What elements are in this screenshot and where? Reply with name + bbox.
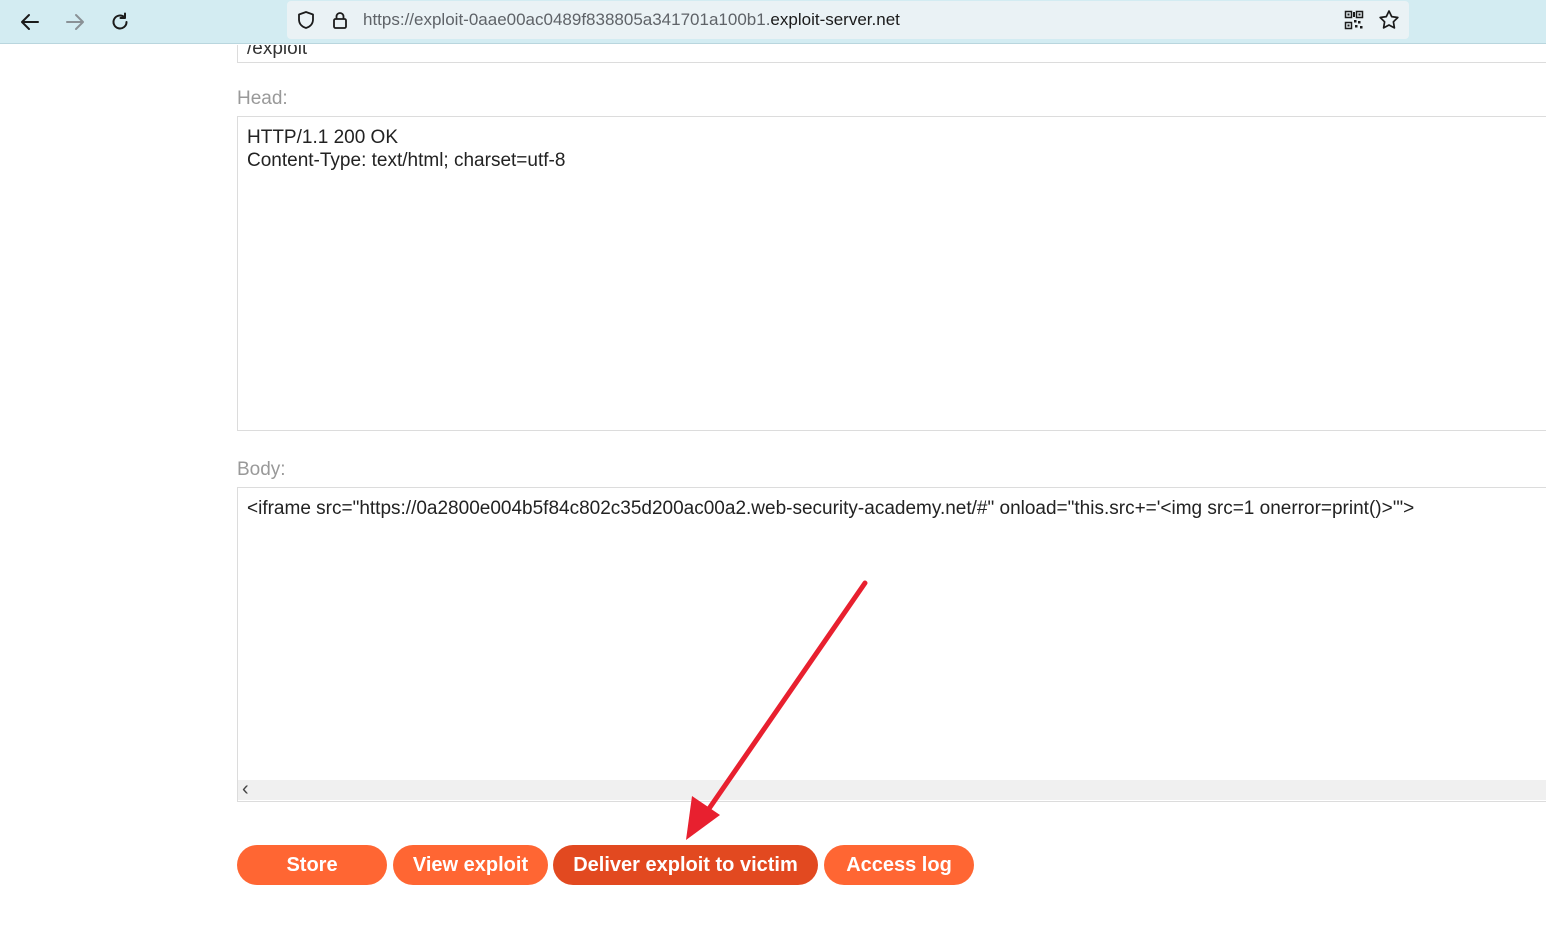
store-button[interactable]: Store [237, 845, 387, 885]
body-textarea[interactable]: <iframe src="https://0a2800e004b5f84c802… [237, 487, 1546, 802]
head-textarea[interactable]: HTTP/1.1 200 OK Content-Type: text/html;… [237, 116, 1546, 431]
file-input[interactable]: /exploit [237, 45, 1546, 63]
body-horizontal-scrollbar[interactable]: ‹ [238, 778, 1546, 801]
page-content: /exploit Head: HTTP/1.1 200 OK Content-T… [0, 45, 1546, 942]
back-arrow-icon [21, 14, 39, 30]
shield-icon[interactable] [295, 9, 317, 31]
qr-code-icon[interactable] [1343, 9, 1365, 31]
address-bar[interactable]: https://exploit-0aae00ac0489f838805a3417… [287, 1, 1409, 39]
deliver-exploit-button[interactable]: Deliver exploit to victim [553, 845, 818, 885]
browser-toolbar: https://exploit-0aae00ac0489f838805a3417… [0, 0, 1546, 44]
file-value: /exploit [247, 45, 308, 59]
star-icon[interactable] [1378, 9, 1400, 31]
scroll-left-icon[interactable]: ‹ [242, 778, 249, 801]
body-label: Body: [237, 459, 286, 480]
back-button[interactable] [12, 4, 48, 40]
access-log-button[interactable]: Access log [824, 845, 974, 885]
reload-icon [112, 12, 128, 30]
url-domain: exploit-server.net [770, 10, 900, 29]
reload-button[interactable] [102, 4, 138, 40]
lock-icon[interactable] [329, 9, 351, 31]
forward-button[interactable] [57, 4, 93, 40]
url-prefix: https://exploit-0aae00ac0489f838805a3417… [363, 10, 771, 29]
url-text[interactable]: https://exploit-0aae00ac0489f838805a3417… [363, 10, 900, 30]
head-label: Head: [237, 88, 288, 109]
view-exploit-button[interactable]: View exploit [393, 845, 548, 885]
forward-arrow-icon [66, 14, 84, 30]
